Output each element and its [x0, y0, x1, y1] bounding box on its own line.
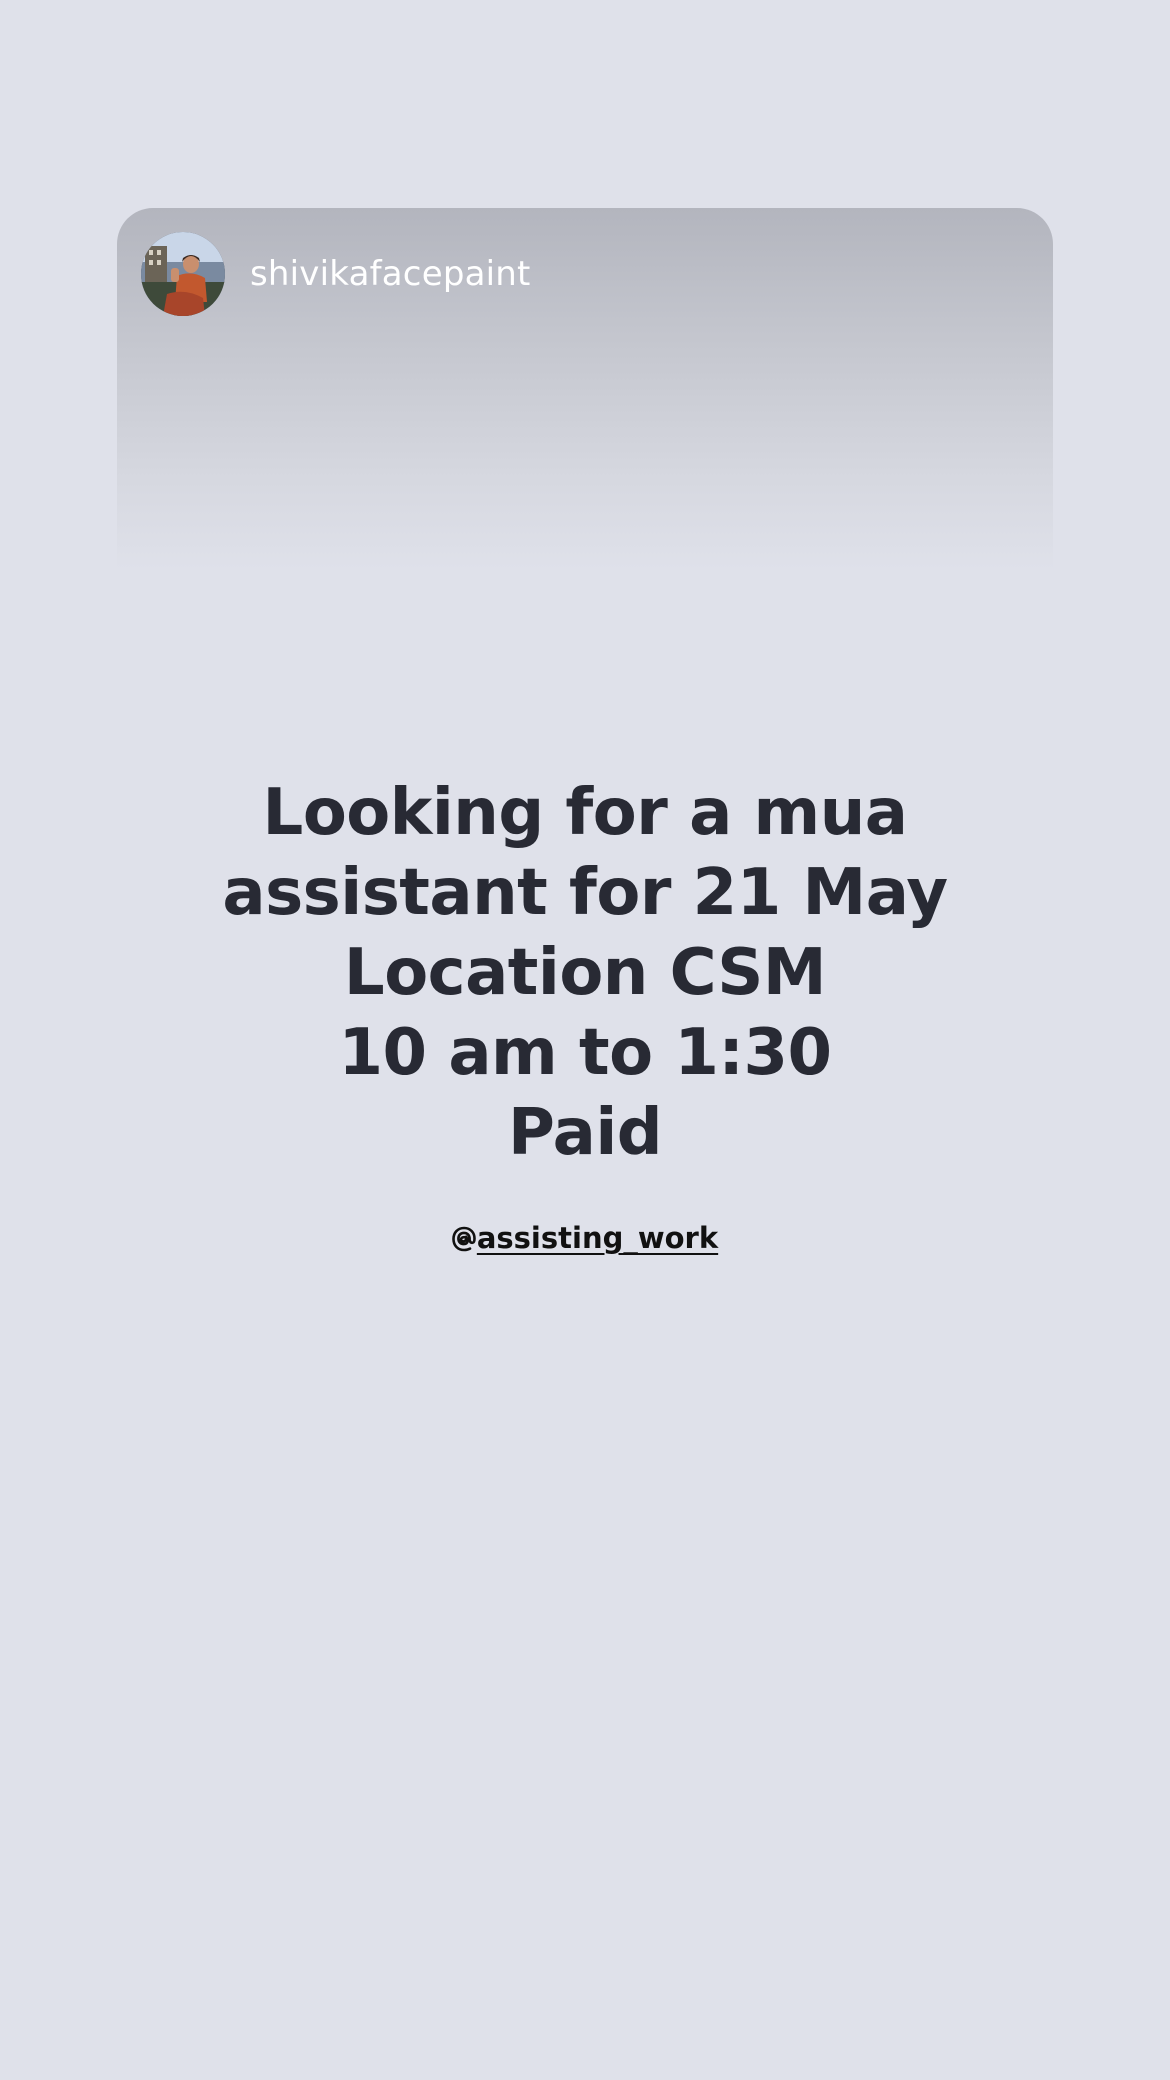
- story-text-line: assistant for 21 May: [222, 856, 948, 930]
- username[interactable]: shivikafacepaint: [250, 252, 531, 296]
- story-text: Looking for a mua assistant for 21 May L…: [135, 773, 1035, 1173]
- avatar[interactable]: [141, 232, 225, 316]
- mention-sticker[interactable]: assisting_work: [0, 1218, 1170, 1262]
- shared-post-card[interactable]: shivikafacepaint: [117, 208, 1053, 570]
- mention-handle[interactable]: assisting_work: [477, 1221, 718, 1255]
- threads-at-icon: [452, 1222, 476, 1262]
- story-text-line: 10 am to 1:30: [338, 1016, 832, 1090]
- story-text-line: Location CSM: [343, 936, 827, 1010]
- story-text-line: Looking for a mua: [262, 776, 908, 850]
- story-text-line: Paid: [507, 1096, 663, 1170]
